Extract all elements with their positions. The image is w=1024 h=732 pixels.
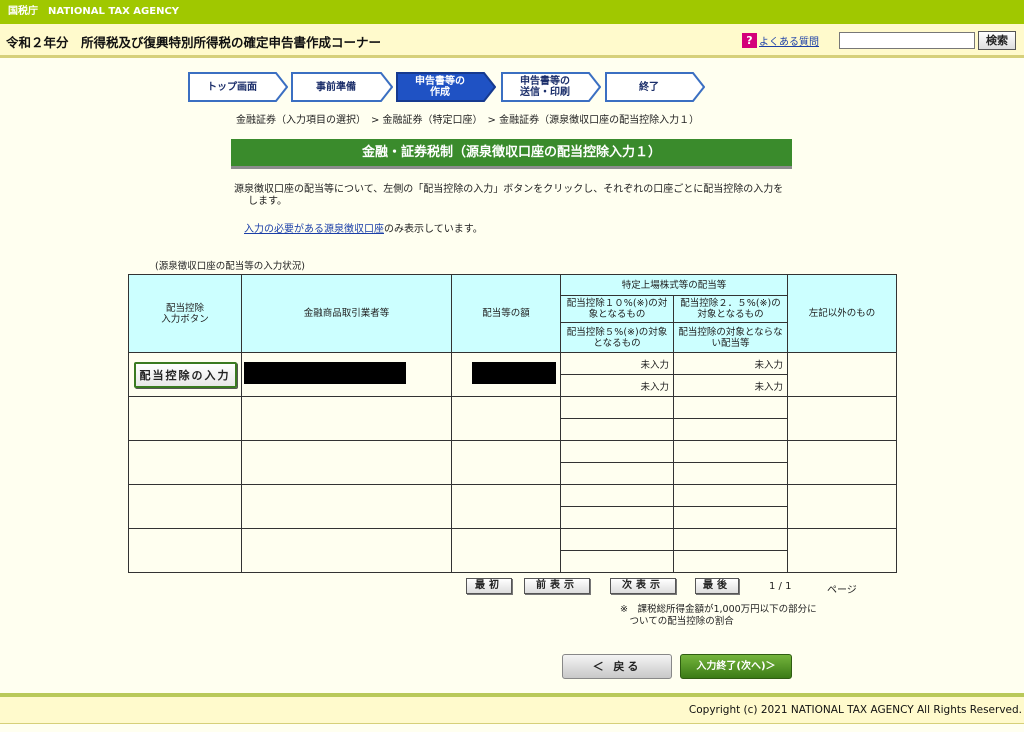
page-label: ページ xyxy=(827,585,857,596)
next-page-button[interactable]: 次表示 xyxy=(610,578,676,594)
step-label: 終了 xyxy=(639,81,659,93)
header-broker: 金融商品取引業者等 xyxy=(241,274,452,353)
title-divider xyxy=(231,166,792,169)
dividend-deduction-input-button[interactable]: 配当控除の入力 xyxy=(133,361,237,388)
header-deduction-5pct: 配当控除５%(※)の対象となるもの xyxy=(560,322,674,353)
footnote: ※ 課税総所得金額が1,000万円以下の部分に ついての配当控除の割合 xyxy=(620,604,817,627)
first-page-button[interactable]: 最初 xyxy=(466,578,512,594)
header-deduction-10pct: 配当控除１０%(※)の対象となるもの xyxy=(560,295,674,323)
status-5pct: 未入力 xyxy=(560,374,674,397)
prev-page-button[interactable]: 前表示 xyxy=(524,578,590,594)
finish-input-next-button[interactable]: 入力終了(次へ)＞ xyxy=(680,654,792,679)
step-label: 事前準備 xyxy=(316,81,356,93)
header-input-button: 配当控除 入力ボタン xyxy=(128,274,242,353)
agency-name: 国税庁 NATIONAL TAX AGENCY xyxy=(8,6,180,17)
header-no-deduction: 配当控除の対象とならない配当等 xyxy=(672,322,789,353)
header-amount: 配当等の額 xyxy=(451,274,561,353)
agency-bar: 国税庁 NATIONAL TAX AGENCY xyxy=(0,0,1024,24)
step-top: トップ画面 xyxy=(188,72,288,102)
bottom-strip xyxy=(0,723,1024,732)
step-send-print: 申告書等の 送信・印刷 xyxy=(501,72,601,102)
breadcrumb: 金融証券（入力項目の選択） > 金融証券（特定口座） > 金融証券（源泉徴収口座… xyxy=(236,115,700,126)
redacted-amount xyxy=(472,362,556,384)
table-row xyxy=(128,484,898,529)
copyright: Copyright (c) 2021 NATIONAL TAX AGENCY A… xyxy=(688,704,1022,716)
table-caption: (源泉徴収口座の配当等の入力状況) xyxy=(155,261,305,272)
step-preparation: 事前準備 xyxy=(291,72,393,102)
display-note: 入力の必要がある源泉徴収口座のみ表示しています。 xyxy=(244,220,483,235)
step-label: トップ画面 xyxy=(207,81,257,93)
table-row xyxy=(128,528,898,573)
page-indicator: 1 / 1 xyxy=(769,581,792,592)
step-label: 申告書等の 送信・印刷 xyxy=(520,76,570,98)
dividend-input-table: 配当控除 入力ボタン 金融商品取引業者等 配当等の額 特定上場株式等の配当等 左… xyxy=(128,274,898,573)
footer: Copyright (c) 2021 NATIONAL TAX AGENCY A… xyxy=(0,697,1024,723)
page-title: 令和２年分 所得税及び復興特別所得税の確定申告書作成コーナー xyxy=(6,35,382,50)
header-other: 左記以外のもの xyxy=(787,274,898,353)
step-create-return: 申告書等の 作成 xyxy=(396,72,496,102)
question-icon: ? xyxy=(742,33,757,48)
faq-link-group[interactable]: ? よくある質問 xyxy=(742,33,819,48)
status-10pct: 未入力 xyxy=(560,352,674,375)
back-button[interactable]: ＜ 戻る xyxy=(562,654,672,679)
table-row xyxy=(128,440,898,485)
required-accounts-link[interactable]: 入力の必要がある源泉徴収口座 xyxy=(244,224,384,235)
header-deduction-2-5pct: 配当控除２．５%(※)の対象となるもの xyxy=(672,295,789,323)
instructions: 源泉徴収口座の配当等について、左側の「配当控除の入力」ボタンをクリックし、それぞ… xyxy=(234,184,784,207)
status-no-deduction: 未入力 xyxy=(672,374,789,397)
step-label: 申告書等の 作成 xyxy=(415,76,465,98)
section-title: 金融・証券税制（源泉徴収口座の配当控除入力１） xyxy=(231,139,792,166)
table-row: 配当控除の入力 未入力 未入力 xyxy=(128,352,898,397)
redacted-broker-name xyxy=(244,362,406,384)
step-finish: 終了 xyxy=(605,72,705,102)
faq-link[interactable]: よくある質問 xyxy=(759,33,819,48)
search-input[interactable] xyxy=(839,32,975,49)
status-2-5pct: 未入力 xyxy=(672,352,789,375)
search-button[interactable]: 検索 xyxy=(978,31,1016,50)
note-suffix: のみ表示しています。 xyxy=(384,224,483,235)
table-row xyxy=(128,396,898,441)
last-page-button[interactable]: 最後 xyxy=(695,578,739,594)
app-header: 令和２年分 所得税及び復興特別所得税の確定申告書作成コーナー ? よくある質問 … xyxy=(0,24,1024,58)
header-listed-stocks: 特定上場株式等の配当等 xyxy=(559,274,789,296)
